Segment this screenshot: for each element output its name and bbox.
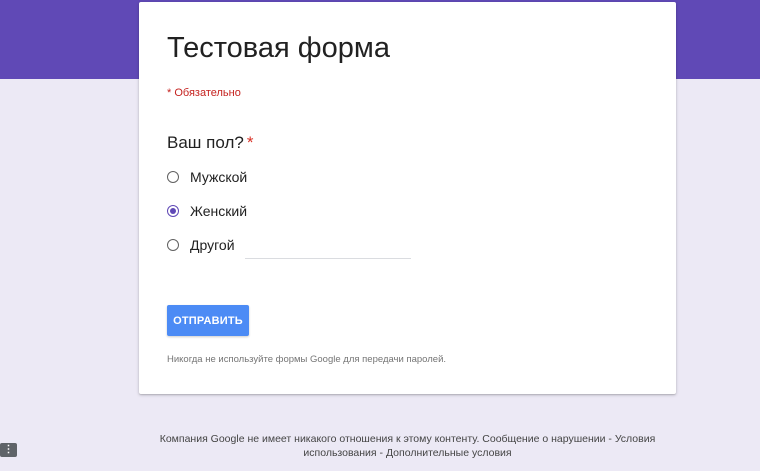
- other-text-input[interactable]: [244, 241, 411, 259]
- radio-option-label: Другой: [190, 237, 235, 253]
- radio-option-male[interactable]: Мужской: [167, 168, 247, 186]
- submit-button[interactable]: ОТПРАВИТЬ: [167, 305, 249, 336]
- required-note: * Обязательно: [167, 87, 241, 99]
- radio-option-other[interactable]: Другой: [167, 236, 411, 259]
- footer: Компания Google не имеет никакого отноше…: [150, 432, 665, 460]
- radio-button-male[interactable]: [167, 171, 179, 183]
- radio-button-female[interactable]: [167, 205, 179, 217]
- question-title-text: Ваш пол?: [167, 133, 244, 152]
- additional-terms-link[interactable]: Дополнительные условия: [386, 447, 512, 459]
- question-title: Ваш пол? *: [167, 133, 253, 153]
- footer-separator: -: [379, 447, 384, 459]
- radio-option-female[interactable]: Женский: [167, 202, 247, 220]
- form-title: Тестовая форма: [167, 32, 390, 64]
- report-abuse-link[interactable]: Сообщение о нарушении: [482, 433, 605, 445]
- footer-disclaimer: Компания Google не имеет никакого отноше…: [159, 433, 480, 445]
- radio-option-label: Мужской: [190, 169, 248, 185]
- form-card: Тестовая форма * Обязательно Ваш пол? * М…: [139, 2, 676, 394]
- footer-separator: -: [608, 433, 612, 445]
- more-vert-icon[interactable]: ⋮: [0, 443, 17, 457]
- password-warning: Никогда не используйте формы Google для …: [167, 354, 447, 365]
- required-asterisk: *: [246, 133, 254, 152]
- radio-option-label: Женский: [190, 203, 248, 219]
- radio-button-other[interactable]: [167, 239, 179, 251]
